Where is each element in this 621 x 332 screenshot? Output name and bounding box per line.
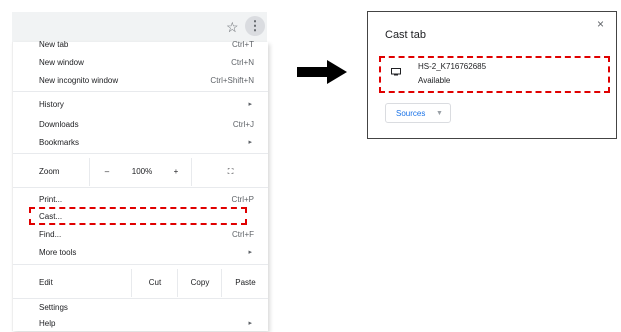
chevron-down-icon: ▼ — [436, 110, 443, 117]
menu-edit-row: Edit Cut Copy Paste — [13, 269, 268, 297]
submenu-arrow-icon: ▸ — [248, 101, 252, 108]
kebab-menu-icon[interactable]: ⋮ — [245, 16, 265, 36]
menu-item-bookmarks[interactable]: Bookmarks ▸ — [13, 134, 268, 151]
zoom-out-button[interactable]: – — [89, 158, 124, 186]
dialog-title: Cast tab — [385, 29, 426, 41]
menu-item-settings[interactable]: Settings — [13, 299, 268, 316]
menu-item-new-tab[interactable]: New tab Ctrl+T — [13, 36, 268, 53]
cast-device-item[interactable]: HS-2_K716762685 Available — [379, 56, 610, 93]
menu-item-label: New incognito window — [39, 76, 119, 85]
menu-item-shortcut: Ctrl+P — [231, 195, 254, 204]
menu-item-help[interactable]: Help ▸ — [13, 315, 268, 332]
menu-item-new-incognito[interactable]: New incognito window Ctrl+Shift+N — [13, 72, 268, 89]
zoom-in-button[interactable]: + — [161, 158, 191, 186]
copy-button[interactable]: Copy — [177, 269, 222, 297]
menu-item-find[interactable]: Find... Ctrl+F — [13, 226, 268, 243]
menu-item-label: Print... — [39, 195, 63, 204]
menu-divider — [13, 187, 268, 188]
cast-highlight-box — [29, 207, 247, 225]
menu-item-shortcut: Ctrl+F — [232, 230, 254, 239]
menu-item-shortcut: Ctrl+Shift+N — [210, 76, 254, 85]
sources-dropdown[interactable]: Sources ▼ — [385, 103, 451, 123]
device-name: HS-2_K716762685 — [418, 62, 487, 71]
cast-dialog: Cast tab × HS-2_K716762685 Available Sou… — [367, 11, 617, 139]
menu-item-downloads[interactable]: Downloads Ctrl+J — [13, 116, 268, 133]
menu-item-history[interactable]: History ▸ — [13, 96, 268, 113]
menu-item-label: New tab — [39, 40, 69, 49]
menu-divider — [13, 153, 268, 154]
paste-button[interactable]: Paste — [221, 269, 269, 297]
right-arrow-icon — [297, 60, 347, 84]
menu-item-label: Bookmarks — [39, 138, 80, 147]
sources-label: Sources — [396, 109, 426, 118]
menu-item-label: Find... — [39, 230, 62, 239]
menu-item-label: Downloads — [39, 120, 79, 129]
menu-item-label: More tools — [39, 248, 77, 257]
close-icon[interactable]: × — [597, 17, 604, 31]
menu-item-print[interactable]: Print... Ctrl+P — [13, 191, 268, 208]
submenu-arrow-icon: ▸ — [248, 249, 252, 256]
menu-item-shortcut: Ctrl+J — [232, 120, 254, 129]
menu-zoom-row: Zoom – 100% + ⛶ — [13, 158, 268, 186]
menu-item-label: Help — [39, 319, 56, 328]
star-icon[interactable]: ☆ — [226, 18, 239, 36]
zoom-label: Zoom — [39, 167, 60, 176]
menu-item-label: Settings — [39, 303, 68, 312]
menu-divider — [13, 91, 268, 92]
menu-item-more-tools[interactable]: More tools ▸ — [13, 244, 268, 261]
zoom-level: 100% — [131, 167, 153, 176]
chrome-menu: New tab Ctrl+T New window Ctrl+N New inc… — [12, 40, 268, 332]
menu-item-shortcut: Ctrl+N — [231, 58, 254, 67]
device-status: Available — [418, 76, 451, 85]
menu-item-shortcut: Ctrl+T — [232, 40, 254, 49]
edit-label: Edit — [39, 278, 53, 287]
menu-item-label: New window — [39, 58, 84, 67]
submenu-arrow-icon: ▸ — [248, 139, 252, 146]
monitor-icon — [391, 68, 401, 76]
cut-button[interactable]: Cut — [131, 269, 178, 297]
menu-item-new-window[interactable]: New window Ctrl+N — [13, 54, 268, 71]
menu-item-label: History — [39, 100, 64, 109]
menu-divider — [13, 264, 268, 265]
fullscreen-icon[interactable]: ⛶ — [191, 158, 269, 186]
submenu-arrow-icon: ▸ — [248, 320, 252, 327]
